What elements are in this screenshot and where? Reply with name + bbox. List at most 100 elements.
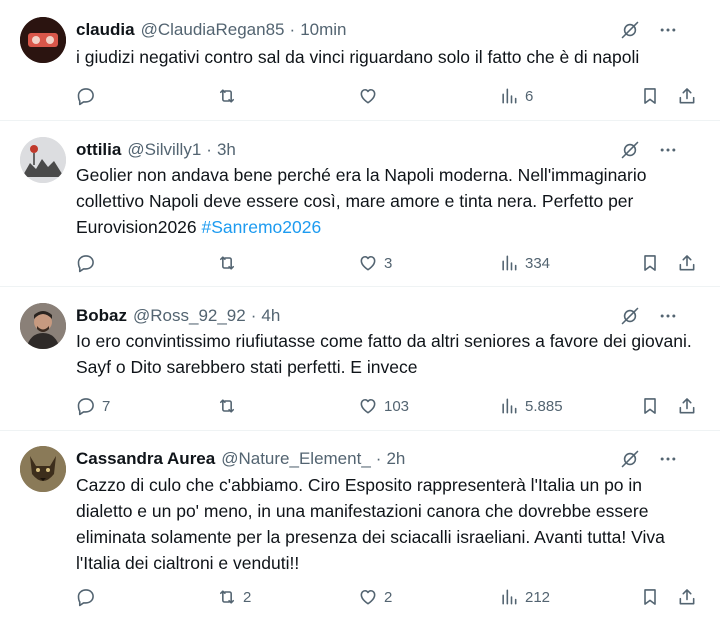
retweet-icon (219, 590, 235, 604)
bookmark-icon (644, 589, 656, 605)
avatar[interactable] (20, 17, 66, 63)
reply-icon (77, 398, 94, 416)
hashtag-link[interactable]: #Sanremo2026 (202, 217, 322, 237)
heart-icon (360, 255, 376, 271)
retweet-button[interactable] (217, 251, 243, 275)
tweet[interactable]: claudia @ClaudiaRegan85 · 10min i giudizi … (0, 0, 720, 121)
share-icon (679, 88, 695, 104)
reply-button[interactable] (76, 251, 102, 275)
share-button[interactable] (677, 585, 697, 609)
share-button[interactable] (677, 84, 697, 108)
action-bar: 3 334 (76, 251, 700, 275)
reply-button[interactable] (76, 84, 102, 108)
heart-icon (360, 88, 376, 104)
like-button[interactable]: 3 (358, 251, 392, 275)
author-name[interactable]: Cassandra Aurea (76, 449, 215, 469)
author-name[interactable]: Bobaz (76, 306, 127, 326)
avatar-image (20, 17, 66, 63)
retweet-button[interactable]: 2 (217, 585, 251, 609)
views-count: 334 (525, 254, 551, 272)
grok-icon[interactable] (620, 449, 640, 469)
avatar-image (20, 446, 66, 492)
grok-icon[interactable] (620, 306, 640, 326)
avatar[interactable] (20, 303, 66, 349)
share-icon (679, 255, 695, 271)
retweet-button[interactable] (217, 84, 243, 108)
reply-button[interactable] (76, 585, 102, 609)
more-icon[interactable] (658, 20, 678, 40)
tweet[interactable]: Cassandra Aurea @Nature_Element_ · 2h Cazz… (0, 431, 720, 622)
grok-icon[interactable] (620, 140, 640, 160)
dot-separator: · (289, 20, 296, 39)
views-button[interactable]: 5.885 (499, 394, 563, 418)
like-button[interactable] (358, 84, 384, 108)
tweet-text: Io ero convintissimo riufiutasse come fa… (76, 331, 692, 377)
bookmark-icon (644, 398, 656, 414)
heart-icon (360, 589, 376, 605)
author-handle[interactable]: @ClaudiaRegan85 (141, 20, 285, 39)
like-count: 103 (384, 397, 410, 415)
timestamp[interactable]: 3h (217, 140, 236, 159)
heart-icon (360, 398, 376, 414)
bookmark-button[interactable] (640, 251, 660, 275)
bookmark-button[interactable] (640, 394, 660, 418)
grok-icon[interactable] (620, 20, 640, 40)
dot-separator: · (206, 140, 212, 159)
retweet-button[interactable] (217, 394, 243, 418)
tweet[interactable]: Bobaz @Ross_92_92 · 4h Io ero convintissim… (0, 287, 720, 431)
reply-icon (77, 589, 94, 607)
action-bar: 7 103 5.885 (76, 394, 700, 418)
tweet-text: Cazzo di culo che c'abbiamo. Ciro Esposi… (76, 475, 665, 573)
retweet-icon (219, 89, 235, 103)
timestamp[interactable]: 2h (386, 449, 405, 468)
author-name[interactable]: ottilia (76, 140, 121, 160)
tweet-header: ottilia @Silvilly1 · 3h (76, 138, 700, 162)
bookmark-icon (644, 255, 656, 271)
more-icon[interactable] (658, 449, 678, 469)
tweet-header: Bobaz @Ross_92_92 · 4h (76, 304, 700, 328)
retweet-icon (219, 256, 235, 270)
share-icon (679, 398, 695, 414)
avatar[interactable] (20, 137, 66, 183)
tweet-text: i giudizi negativi contro sal da vinci r… (76, 47, 640, 67)
tweet[interactable]: ottilia @Silvilly1 · 3h Geolier non andava… (0, 121, 720, 287)
views-icon (502, 398, 517, 414)
reply-icon (77, 88, 94, 106)
views-count: 6 (525, 87, 534, 105)
timestamp[interactable]: 10min (300, 20, 346, 39)
avatar[interactable] (20, 446, 66, 492)
action-bar: 6 (76, 84, 700, 108)
dot-separator: · (375, 449, 382, 468)
views-button[interactable]: 6 (499, 84, 533, 108)
reply-button[interactable]: 7 (76, 394, 110, 418)
action-bar: 2 2 212 (76, 585, 700, 609)
bookmark-icon (644, 88, 656, 104)
like-button[interactable]: 2 (358, 585, 392, 609)
author-handle[interactable]: @Silvilly1 (127, 140, 201, 159)
views-button[interactable]: 212 (499, 585, 550, 609)
like-count: 3 (384, 254, 393, 272)
more-icon[interactable] (658, 306, 678, 326)
share-button[interactable] (677, 251, 697, 275)
reply-count: 7 (102, 397, 111, 415)
bookmark-button[interactable] (640, 84, 660, 108)
like-button[interactable]: 103 (358, 394, 409, 418)
retweet-count: 2 (243, 588, 252, 606)
reply-icon (77, 255, 94, 273)
views-button[interactable]: 334 (499, 251, 550, 275)
avatar-image (20, 303, 66, 349)
like-count: 2 (384, 588, 393, 606)
timestamp[interactable]: 4h (261, 306, 280, 325)
bookmark-button[interactable] (640, 585, 660, 609)
author-name[interactable]: claudia (76, 20, 135, 40)
share-button[interactable] (677, 394, 697, 418)
share-icon (679, 589, 695, 605)
author-handle[interactable]: @Nature_Element_ (221, 449, 371, 468)
tweet-header: Cassandra Aurea @Nature_Element_ · 2h (76, 447, 700, 471)
more-icon[interactable] (658, 140, 678, 160)
views-count: 5.885 (525, 397, 563, 415)
dot-separator: · (250, 306, 257, 325)
author-handle[interactable]: @Ross_92_92 (133, 306, 246, 325)
avatar-image (20, 137, 66, 183)
views-icon (502, 255, 517, 271)
